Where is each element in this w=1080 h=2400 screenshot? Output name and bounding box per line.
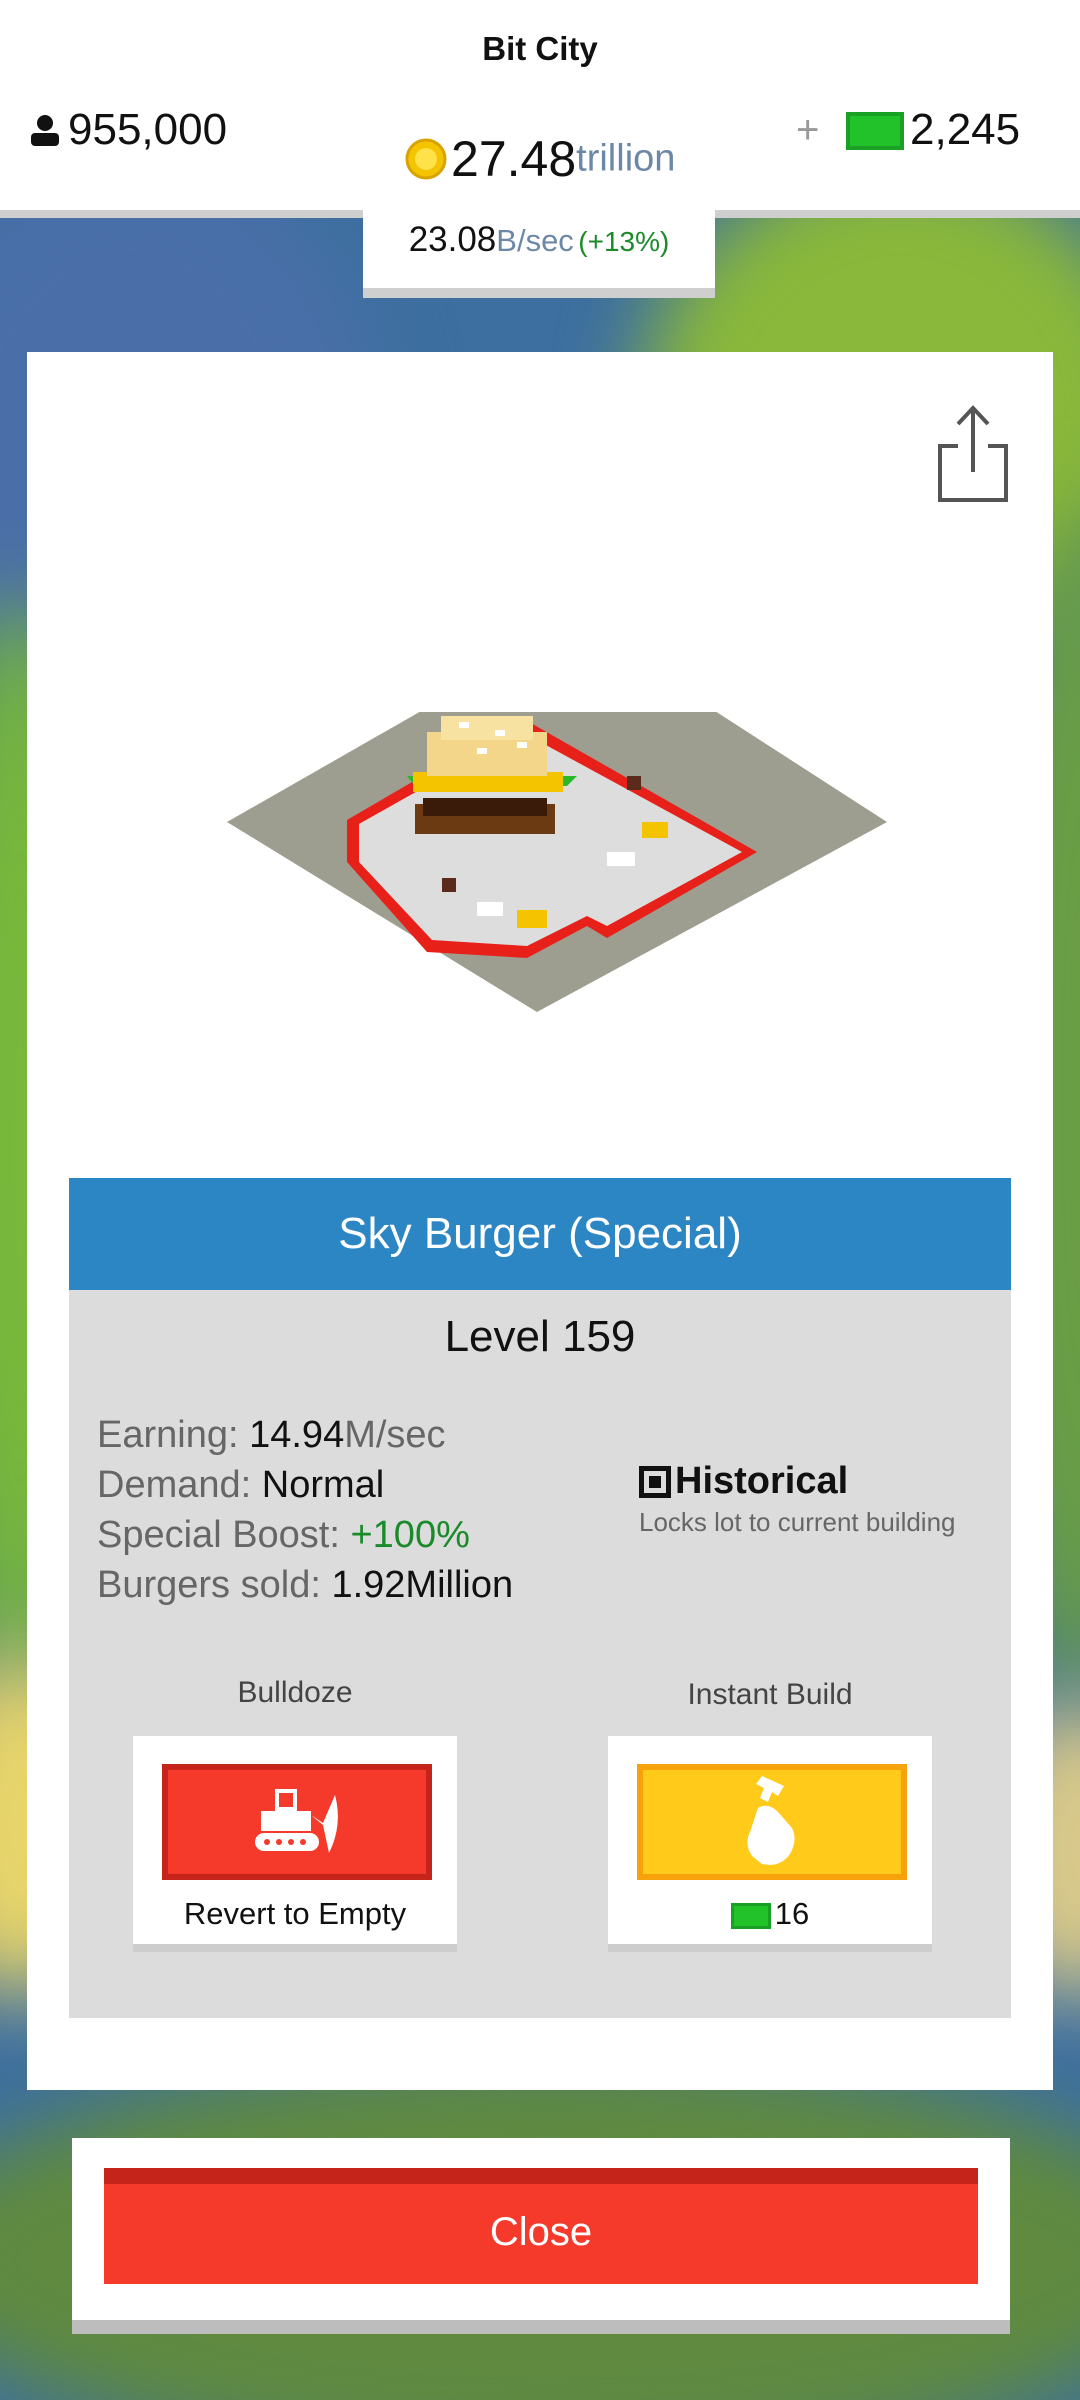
sold-label: Burgers sold:	[97, 1564, 321, 1606]
city-name: Bit City	[482, 30, 598, 67]
historical-description: Locks lot to current building	[639, 1507, 956, 1537]
cash-icon	[846, 112, 904, 150]
demand-value: Normal	[261, 1464, 385, 1506]
earning-unit: M/sec	[344, 1414, 446, 1456]
checkbox-icon[interactable]	[639, 1465, 671, 1498]
cash-value: 2,245	[910, 105, 1021, 154]
hand-hammer-icon	[747, 1776, 795, 1865]
bulldoze-card[interactable]: Revert to Empty	[133, 1736, 457, 1952]
building-level: Level 159	[444, 1312, 636, 1361]
income-rate-unit: B/sec	[496, 223, 574, 258]
stat-boost: Special Boost: +100%	[97, 1510, 513, 1560]
bulldoze-button[interactable]	[162, 1764, 432, 1880]
instant-build-cost-value: 16	[774, 1896, 810, 1931]
boost-value: +100%	[350, 1514, 470, 1556]
instant-build-button[interactable]	[637, 1764, 907, 1880]
sold-value: 1.92Million	[331, 1564, 514, 1606]
close-button[interactable]: Close	[104, 2168, 978, 2284]
income-rate-bonus: (+13%)	[578, 226, 670, 257]
building-title: Sky Burger (Special)	[69, 1178, 1011, 1290]
bulldoze-label: Bulldoze	[237, 1676, 353, 1709]
earning-value: 14.94	[249, 1414, 345, 1456]
income-rate-value: 23.08	[408, 220, 497, 259]
bulldozer-icon	[255, 1789, 338, 1853]
building-dialog: Sky Burger (Special) Level 159 Earning: …	[27, 352, 1053, 2090]
top-status-bar: Bit City 955,000 27.48trillion + 2,245	[0, 0, 1080, 218]
instant-build-card[interactable]: 16	[608, 1736, 932, 1952]
building-stats: Earning: 14.94M/sec Demand: Normal Speci…	[97, 1410, 513, 1610]
coins-unit: trillion	[576, 137, 676, 180]
close-button-container: Close	[72, 2138, 1010, 2334]
instant-build-label: Instant Build	[687, 1678, 853, 1711]
stat-demand: Demand: Normal	[97, 1460, 513, 1510]
income-rate-tab: 23.08B/sec (+13%)	[363, 210, 715, 298]
building-preview-image	[227, 712, 887, 1012]
share-icon[interactable]	[932, 404, 1012, 504]
bulldoze-caption: Revert to Empty	[183, 1896, 407, 1931]
historical-label: Historical	[675, 1460, 849, 1502]
demand-label: Demand:	[97, 1464, 252, 1506]
coin-icon	[405, 138, 447, 180]
coins-value: 27.48	[451, 131, 577, 187]
cash-icon	[730, 1902, 771, 1929]
building-info-panel: Sky Burger (Special) Level 159 Earning: …	[69, 1178, 1011, 2018]
historical-toggle[interactable]: Historical Locks lot to current building	[639, 1460, 956, 1538]
stat-earning: Earning: 14.94M/sec	[97, 1410, 513, 1460]
boost-label: Special Boost:	[97, 1514, 340, 1556]
stat-sold: Burgers sold: 1.92Million	[97, 1560, 513, 1610]
add-cash-button[interactable]: +	[796, 108, 819, 153]
instant-build-cost: 16	[608, 1896, 932, 1932]
earning-label: Earning:	[97, 1414, 239, 1456]
